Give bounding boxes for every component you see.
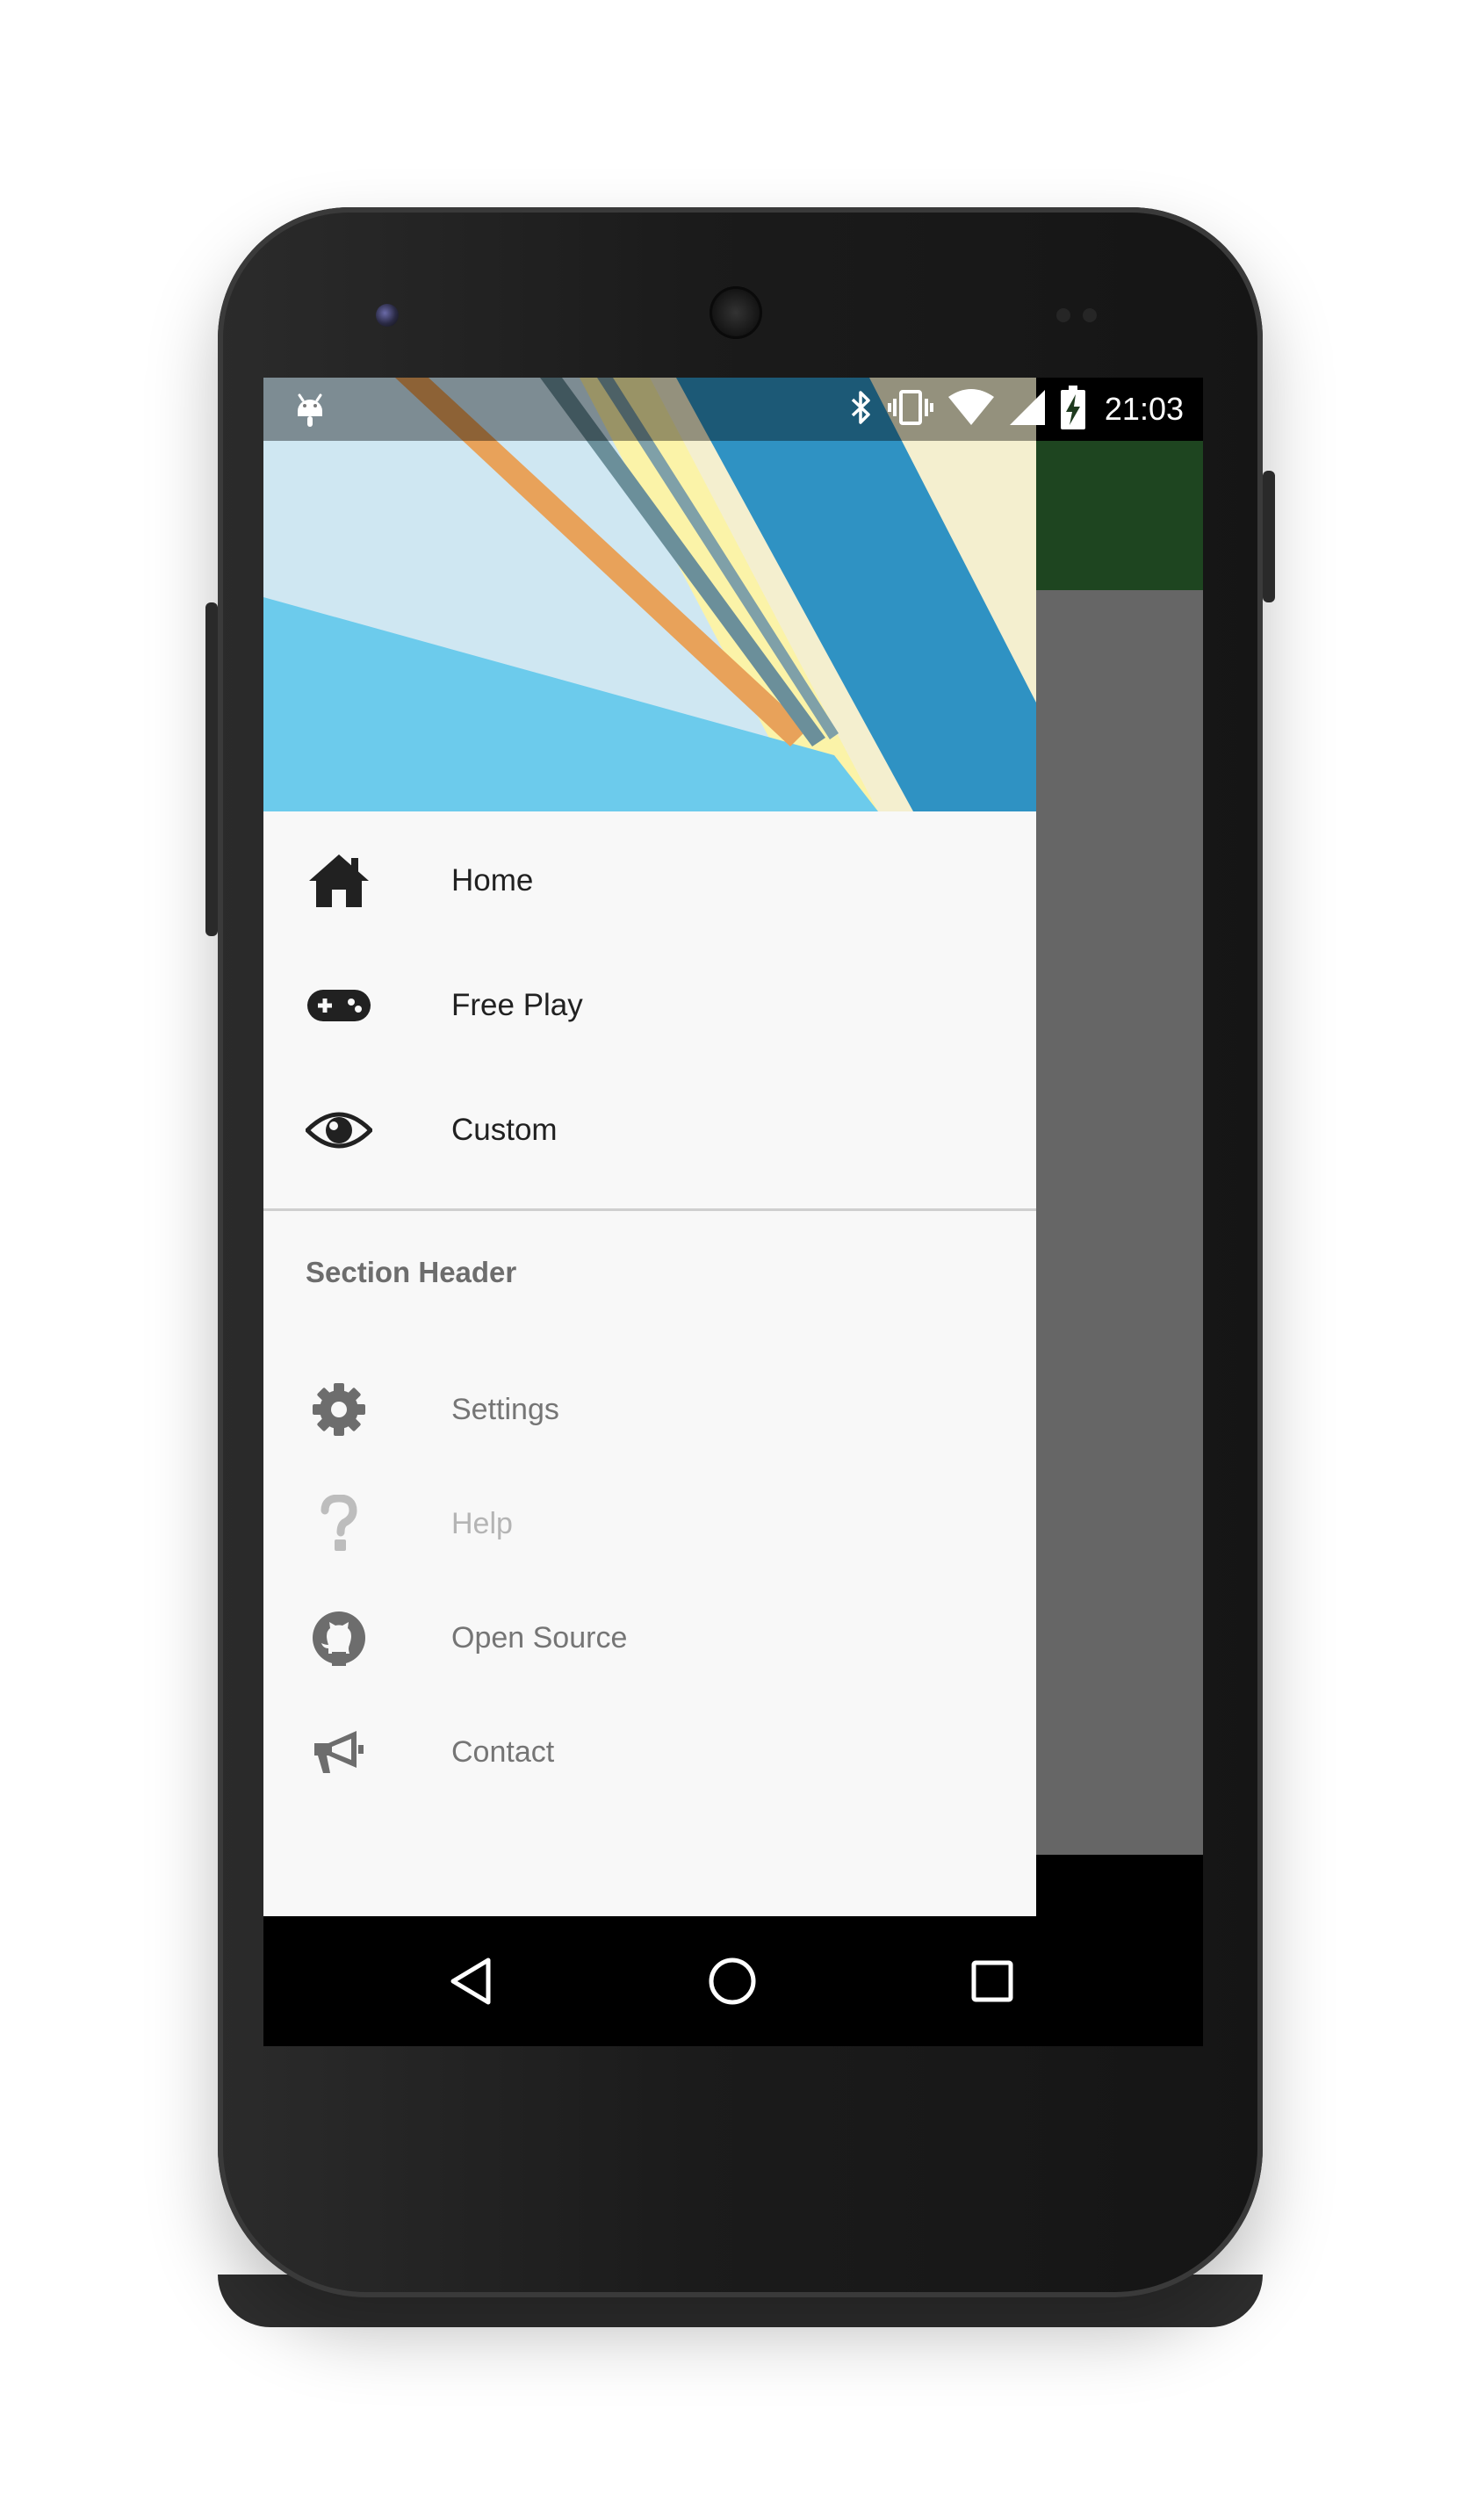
screen: 21:03 Home Free Play Custom Section Head… <box>263 378 1203 2046</box>
drawer-item-label: Open Source <box>451 1620 628 1655</box>
drawer-item-open-source[interactable]: Open Source <box>263 1575 1036 1700</box>
drawer-item-label: Home <box>451 863 534 898</box>
recents-icon[interactable] <box>966 1955 1019 2008</box>
front-camera <box>376 304 399 327</box>
wifi-icon <box>947 388 994 431</box>
power-button <box>1263 471 1275 602</box>
drawer-item-contact[interactable]: Contact <box>263 1690 1036 1814</box>
battery-charging-icon <box>1060 385 1085 434</box>
vibrate-icon <box>887 388 934 431</box>
drawer-item-label: Help <box>451 1506 513 1540</box>
cell-signal-icon <box>1008 388 1047 431</box>
navigation-drawer: Home Free Play Custom Section Header Set… <box>263 378 1036 1916</box>
status-bar: 21:03 <box>263 378 1203 441</box>
back-icon[interactable] <box>444 1955 497 2008</box>
drawer-header-image <box>263 378 1036 811</box>
github-icon <box>304 1603 374 1673</box>
section-header: Section Header <box>306 1256 517 1288</box>
gear-icon <box>304 1374 374 1445</box>
drawer-item-help: Help <box>263 1461 1036 1586</box>
drawer-item-custom[interactable]: Custom <box>263 1068 1036 1193</box>
question-icon <box>304 1489 374 1559</box>
drawer-item-label: Custom <box>451 1113 558 1147</box>
drawer-item-home[interactable]: Home <box>263 818 1036 943</box>
volume-rocker <box>205 602 218 936</box>
drawer-item-free-play[interactable]: Free Play <box>263 943 1036 1068</box>
megaphone-icon <box>304 1717 374 1787</box>
proximity-sensor <box>1056 308 1070 322</box>
clock: 21:03 <box>1104 391 1184 427</box>
gamepad-icon <box>304 970 374 1041</box>
home-circle-icon[interactable] <box>706 1955 759 2008</box>
drawer-divider <box>263 1208 1036 1211</box>
eye-icon <box>304 1095 374 1165</box>
drawer-item-label: Free Play <box>451 988 583 1022</box>
drawer-item-settings[interactable]: Settings <box>263 1347 1036 1472</box>
drawer-item-label: Settings <box>451 1392 559 1426</box>
earpiece-speaker <box>710 286 762 339</box>
drawer-item-label: Contact <box>451 1734 555 1769</box>
android-debug-icon <box>295 390 325 433</box>
system-navigation-bar <box>263 1916 1203 2046</box>
home-icon <box>304 846 374 916</box>
bluetooth-icon <box>850 388 873 431</box>
light-sensor <box>1083 308 1097 322</box>
